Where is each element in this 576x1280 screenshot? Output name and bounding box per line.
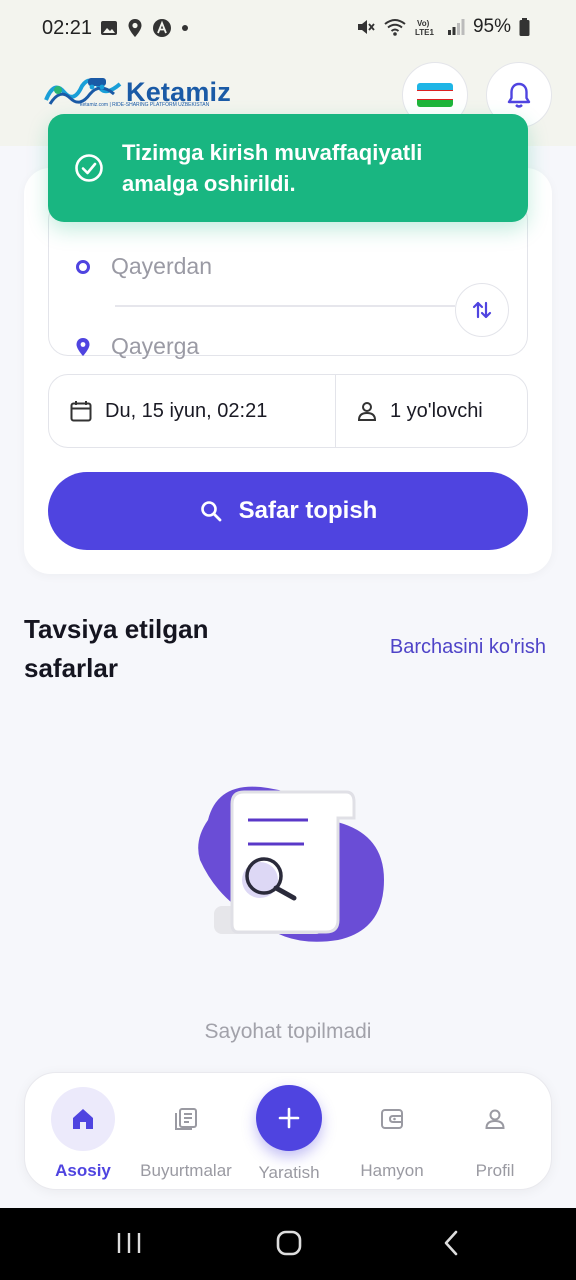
nav-home-icon-wrap [51,1087,115,1151]
nav-wallet-icon-wrap [360,1087,424,1151]
bell-icon [507,82,531,108]
volte-icon: Vo)LTE1 [415,19,435,37]
brand-tagline: ketamiz.com | RIDE-SHARING PLATFORM UZBE… [80,102,210,108]
toast-message: Tizimga kirish muvaffaqiyatli amalga osh… [122,140,423,196]
route-divider [115,305,455,307]
uzbekistan-flag-icon [417,83,453,107]
home-icon [73,1109,93,1129]
swap-button[interactable] [455,283,509,337]
svg-text:LTE1: LTE1 [415,28,435,37]
nav-item-create[interactable]: Yaratish [237,1073,341,1191]
nav-label-orders: Buyurtmalar [140,1161,232,1180]
success-toast[interactable]: Tizimga kirish muvaffaqiyatli amalga osh… [48,114,528,222]
find-trip-label: Safar topish [238,497,378,524]
nav-label-profile: Profil [475,1161,515,1180]
orders-icon [175,1108,197,1130]
back-icon[interactable] [440,1228,462,1258]
system-navigation-bar [0,1208,576,1280]
nav-item-home[interactable]: Asosiy [31,1073,135,1191]
status-bar: 02:21 Vo) LTE1 95% [0,0,576,58]
route-box: Qayerdan Qayerga [48,200,528,359]
nav-label-wallet: Hamyon [360,1161,424,1180]
passenger-picker[interactable]: 1 yo'lovchi [336,375,483,447]
to-placeholder: Qayerga [111,333,200,359]
from-placeholder: Qayerdan [111,253,213,279]
nav-label-create: Yaratish [258,1163,320,1182]
location-icon [128,19,142,37]
empty-state-text: Sayohat topilmadi [204,1020,372,1043]
wifi-icon [384,19,406,36]
search-icon [200,501,222,522]
nav-item-orders[interactable]: Buyurtmalar [134,1073,238,1191]
recent-apps-icon[interactable] [116,1228,142,1258]
battery-icon [519,18,530,36]
empty-state-illustration [198,786,384,942]
home-button-icon[interactable] [275,1228,303,1258]
nav-item-wallet[interactable]: Hamyon [340,1073,444,1191]
check-circle-icon [75,154,103,182]
destination-pin-icon [76,337,90,356]
trip-options: Du, 15 iyun, 02:21 1 yo'lovchi [48,374,528,448]
swap-arrows-icon [472,301,492,319]
status-icons-left [100,18,189,38]
create-fab-button[interactable] [256,1085,322,1151]
search-card: Qayerdan Qayerga Du, 15 iyun, 02:21 1 yo… [24,168,552,574]
profile-icon [485,1109,505,1129]
to-field[interactable]: Qayerga [75,333,199,360]
find-trip-button[interactable]: Safar topish [48,472,528,550]
status-icons-right: Vo) LTE1 95% [355,16,530,38]
person-icon [357,402,377,421]
battery-percent: 95% [472,16,511,37]
nav-label-home: Asosiy [55,1161,111,1180]
nav-orders-icon-wrap [154,1087,218,1151]
mute-icon [357,20,375,34]
dot-icon [182,25,188,31]
signal-icon [447,19,465,35]
origin-circle-icon [76,259,90,274]
date-picker[interactable]: Du, 15 iyun, 02:21 [49,375,336,447]
app-icon [153,19,171,37]
image-icon [101,21,117,35]
plus-icon [278,1107,300,1129]
see-all-link[interactable]: Barchasini ko'rish [390,636,546,659]
status-time: 02:21 [42,17,93,39]
section-title: Tavsiya etilgan safarlar [24,614,209,683]
svg-text:Vo): Vo) [417,19,430,28]
date-value: Du, 15 iyun, 02:21 [105,399,268,422]
nav-item-profile[interactable]: Profil [443,1073,547,1191]
from-field[interactable]: Qayerdan [75,253,212,280]
passenger-value: 1 yo'lovchi [390,399,483,422]
wallet-icon [381,1109,403,1129]
bottom-navigation: Asosiy Buyurtmalar Yaratish Hamyon Profi… [24,1072,552,1190]
calendar-icon [70,401,92,422]
nav-profile-icon-wrap [463,1087,527,1151]
